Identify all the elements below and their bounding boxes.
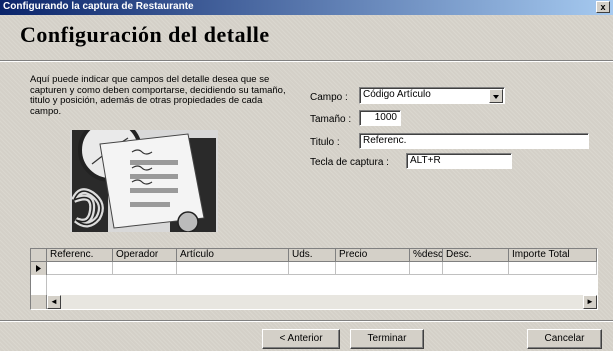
bottom-divider xyxy=(0,320,613,322)
table-cell[interactable] xyxy=(289,262,336,275)
col-uds[interactable]: Uds. xyxy=(289,249,336,262)
titulo-input[interactable]: Referenc. xyxy=(359,133,589,149)
titulo-label: Titulo : xyxy=(310,137,340,148)
horizontal-scrollbar[interactable]: ◄ ► xyxy=(47,295,597,309)
grid-scroll-corner xyxy=(31,295,47,309)
campo-label: Campo : xyxy=(310,92,348,103)
table-cell[interactable] xyxy=(177,262,289,275)
tecla-label: Tecla de captura : xyxy=(310,157,389,168)
col-precio[interactable]: Precio xyxy=(336,249,410,262)
col-desc-pct[interactable]: %desc xyxy=(410,249,443,262)
divider xyxy=(0,60,613,62)
tamano-label: Tamaño : xyxy=(310,114,352,125)
table-cell[interactable] xyxy=(336,262,410,275)
table-cell[interactable] xyxy=(443,262,509,275)
table-cell[interactable] xyxy=(410,262,443,275)
row-selector[interactable] xyxy=(31,262,47,275)
scroll-right-icon[interactable]: ► xyxy=(583,295,597,309)
col-articulo[interactable]: Artículo xyxy=(177,249,289,262)
col-operador[interactable]: Operador xyxy=(113,249,177,262)
detail-grid[interactable]: Referenc. Operador Artículo Uds. Precio … xyxy=(30,248,598,310)
previous-button[interactable]: < Anterior xyxy=(262,329,340,349)
chevron-down-icon[interactable] xyxy=(489,89,503,103)
title-bar: Configurando la captura de Restaurante x xyxy=(0,0,613,15)
tamano-input[interactable]: 1000 xyxy=(359,110,401,126)
table-cell[interactable] xyxy=(47,262,113,275)
window-title: Configurando la captura de Restaurante xyxy=(3,1,194,12)
campo-select[interactable]: Código Artículo xyxy=(359,87,505,104)
col-desc[interactable]: Desc. xyxy=(443,249,509,262)
close-button[interactable]: x xyxy=(596,1,610,13)
grid-corner xyxy=(31,249,47,262)
tecla-input[interactable]: ALT+R xyxy=(406,153,512,169)
campo-value: Código Artículo xyxy=(363,89,431,100)
table-cell[interactable] xyxy=(509,262,597,275)
cancel-button[interactable]: Cancelar xyxy=(527,329,602,349)
col-importe-total[interactable]: Importe Total xyxy=(509,249,597,262)
description-text: Aquí puede indicar que campos del detall… xyxy=(30,74,286,117)
col-referenc[interactable]: Referenc. xyxy=(47,249,113,262)
illustration-image xyxy=(70,130,218,232)
page-title: Configuración del detalle xyxy=(20,22,270,47)
row-pointer-icon xyxy=(36,265,41,272)
scroll-left-icon[interactable]: ◄ xyxy=(47,295,61,309)
finish-button[interactable]: Terminar xyxy=(350,329,424,349)
table-cell[interactable] xyxy=(113,262,177,275)
